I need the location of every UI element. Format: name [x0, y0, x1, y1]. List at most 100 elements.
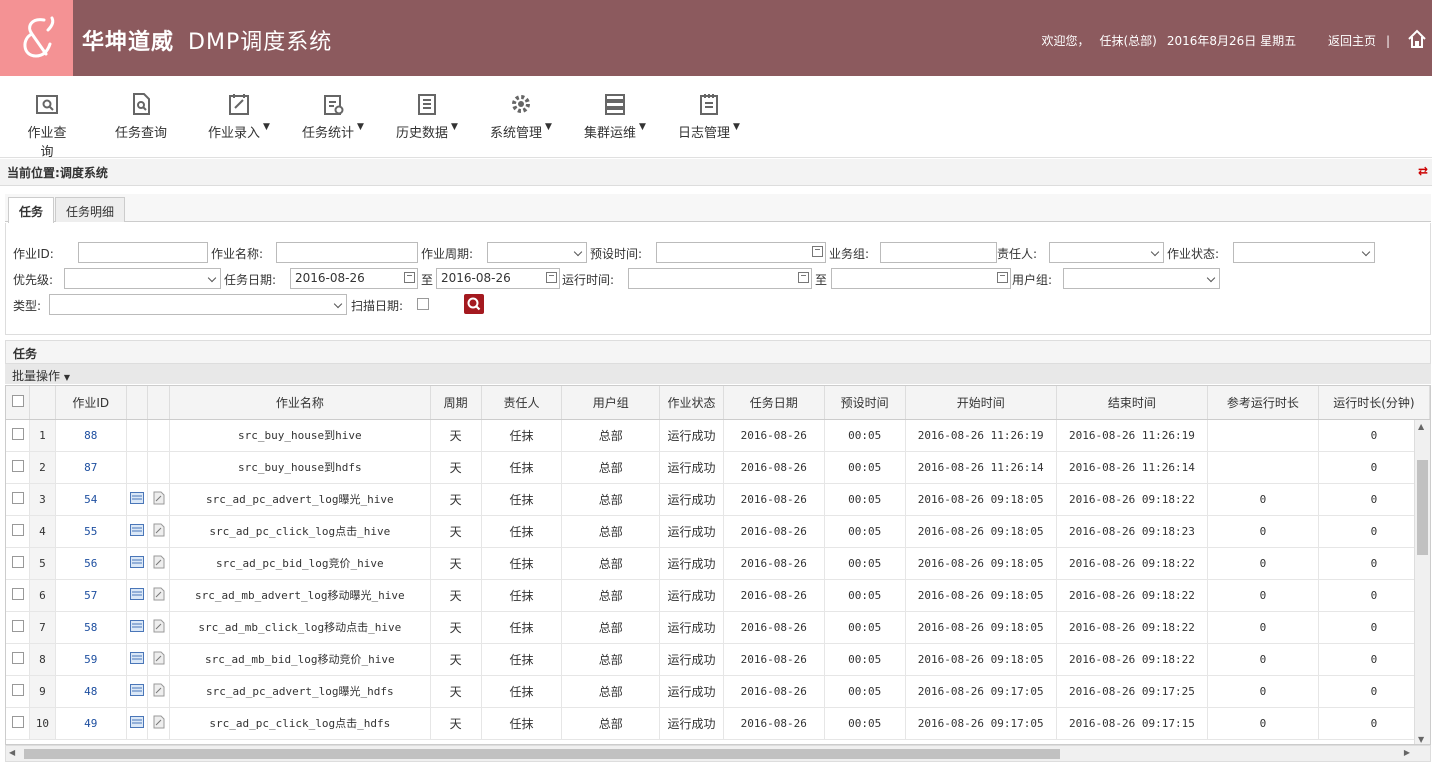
row-checkbox-cell[interactable] [6, 547, 31, 580]
row-checkbox[interactable] [11, 555, 24, 568]
row-checkbox[interactable] [11, 619, 24, 632]
table-row[interactable]: 8 59 src_ad_mb_bid_log移动竞价_hive 天任抹 总部 运行成功 20… [6, 643, 1430, 676]
vertical-scrollbar[interactable]: ▲ ▼ [1414, 420, 1430, 744]
search-button[interactable] [464, 294, 484, 314]
table-row[interactable]: 2 87 src_buy_house到hdfs 天任抹 总部 运行成功 2016-08-26… [6, 451, 1430, 484]
calendar-icon[interactable] [404, 272, 415, 283]
col-header[interactable]: 开始时间 [905, 386, 1057, 420]
table-row[interactable]: 9 48 src_ad_pc_advert_log曝光_hdfs 天任抹 总部 运行成功 2… [6, 675, 1430, 708]
row-checkbox[interactable] [11, 491, 24, 504]
detail-icon-cell[interactable] [126, 483, 149, 516]
scan-date-checkbox[interactable] [417, 298, 429, 310]
detail-icon-cell[interactable] [126, 515, 149, 548]
table-cell-id[interactable]: 59 [55, 643, 127, 676]
table-row[interactable]: 1 88 src_buy_house到hive 天任抹 总部 运行成功 2016-08-26… [6, 419, 1430, 452]
table-cell-id[interactable]: 88 [55, 419, 127, 452]
row-checkbox-cell[interactable] [6, 451, 31, 484]
table-row[interactable]: 7 58 src_ad_mb_click_log移动点击_hive 天任抹 总部 运行成功… [6, 611, 1430, 644]
document-edit-icon[interactable] [153, 651, 165, 665]
detail-icon-cell[interactable] [126, 675, 149, 708]
grid-detail-icon[interactable] [130, 683, 145, 696]
toolbar-job-entry[interactable]: 作业录入 ▼ [208, 92, 270, 152]
horizontal-scroll-thumb[interactable] [24, 749, 1060, 759]
col-header[interactable]: 周期 [430, 386, 482, 420]
home-icon[interactable] [1406, 28, 1428, 50]
swap-icon[interactable]: ⇄ [1418, 164, 1428, 178]
table-cell-id[interactable]: 57 [55, 579, 127, 612]
col-header[interactable]: 任务日期 [723, 386, 825, 420]
col-header[interactable]: 用户组 [561, 386, 661, 420]
select-all-header[interactable] [6, 386, 31, 420]
job-cycle-select[interactable] [487, 242, 587, 263]
col-header[interactable]: 责任人 [481, 386, 563, 420]
toolbar-task-search[interactable]: 任务查询 [115, 92, 167, 152]
edit-icon-cell[interactable] [147, 547, 171, 580]
toolbar-log-management[interactable]: 日志管理 ▼ [678, 92, 740, 152]
row-checkbox[interactable] [11, 427, 24, 440]
table-cell-id[interactable]: 56 [55, 547, 127, 580]
grid-detail-icon[interactable] [130, 651, 145, 664]
row-checkbox[interactable] [11, 651, 24, 664]
task-date-to-input[interactable]: 2016-08-26 [436, 268, 560, 289]
toolbar-cluster-ops[interactable]: 集群运维 ▼ [584, 92, 646, 152]
home-link[interactable]: 返回主页 [1328, 34, 1376, 48]
table-row[interactable]: 6 57 src_ad_mb_advert_log移动曝光_hive 天任抹 总部 运行成… [6, 579, 1430, 612]
row-checkbox-cell[interactable] [6, 579, 31, 612]
grid-detail-icon[interactable] [130, 619, 145, 632]
row-checkbox-cell[interactable] [6, 643, 31, 676]
select-all-checkbox[interactable] [11, 394, 24, 407]
document-edit-icon[interactable] [153, 491, 165, 505]
toolbar-task-stats[interactable]: 任务统计 ▼ [302, 92, 364, 152]
toolbar-system-management[interactable]: 系统管理 ▼ [490, 92, 552, 152]
biz-group-input[interactable] [880, 242, 997, 263]
row-checkbox-cell[interactable] [6, 483, 31, 516]
document-edit-icon[interactable] [153, 715, 165, 729]
document-edit-icon[interactable] [153, 619, 165, 633]
toolbar-history[interactable]: 历史数据 ▼ [396, 92, 458, 152]
task-date-from-input[interactable]: 2016-08-26 [290, 268, 418, 289]
grid-detail-icon[interactable] [130, 523, 145, 536]
scroll-down-icon[interactable]: ▼ [1418, 735, 1424, 744]
grid-detail-icon[interactable] [130, 587, 145, 600]
edit-icon-cell[interactable] [147, 675, 171, 708]
user-group-select[interactable] [1063, 268, 1220, 289]
grid-detail-icon[interactable] [130, 491, 145, 504]
run-time-from-input[interactable] [628, 268, 812, 289]
row-checkbox[interactable] [11, 587, 24, 600]
vertical-scroll-thumb[interactable] [1417, 460, 1428, 555]
table-cell-id[interactable]: 54 [55, 483, 127, 516]
calendar-icon[interactable] [798, 272, 809, 283]
calendar-icon[interactable] [812, 246, 823, 257]
table-cell-id[interactable]: 58 [55, 611, 127, 644]
edit-icon-cell[interactable] [147, 611, 171, 644]
table-cell-id[interactable]: 55 [55, 515, 127, 548]
row-checkbox-cell[interactable] [6, 707, 31, 740]
detail-icon-cell[interactable] [126, 707, 149, 740]
document-edit-icon[interactable] [153, 523, 165, 537]
col-header[interactable]: 结束时间 [1056, 386, 1209, 420]
document-edit-icon[interactable] [153, 587, 165, 601]
batch-operations-menu[interactable]: 批量操作 ▼ [5, 364, 1431, 384]
toolbar-job-search[interactable]: 作业查询 [22, 92, 72, 160]
scroll-left-icon[interactable]: ◀ [9, 748, 15, 757]
tab-task-detail[interactable]: 任务明细 [55, 197, 126, 222]
col-header[interactable]: 预设时间 [824, 386, 906, 420]
priority-select[interactable] [64, 268, 221, 289]
job-status-select[interactable] [1233, 242, 1375, 263]
grid-detail-icon[interactable] [130, 715, 145, 728]
row-checkbox[interactable] [11, 459, 24, 472]
job-name-input[interactable] [276, 242, 418, 263]
run-time-to-input[interactable] [831, 268, 1011, 289]
edit-icon-cell[interactable] [147, 643, 171, 676]
grid-detail-icon[interactable] [130, 555, 145, 568]
edit-icon-cell[interactable] [147, 483, 171, 516]
col-header[interactable]: 作业状态 [659, 386, 724, 420]
owner-select[interactable] [1049, 242, 1164, 263]
document-edit-icon[interactable] [153, 683, 165, 697]
table-cell-id[interactable]: 49 [55, 707, 127, 740]
col-header[interactable]: 作业ID [55, 386, 127, 420]
row-checkbox-cell[interactable] [6, 515, 31, 548]
horizontal-scrollbar[interactable]: ◀ ▶ [5, 745, 1431, 762]
table-cell-id[interactable]: 87 [55, 451, 127, 484]
table-row[interactable]: 3 54 src_ad_pc_advert_log曝光_hive 天任抹 总部 运行成功 2… [6, 483, 1430, 516]
